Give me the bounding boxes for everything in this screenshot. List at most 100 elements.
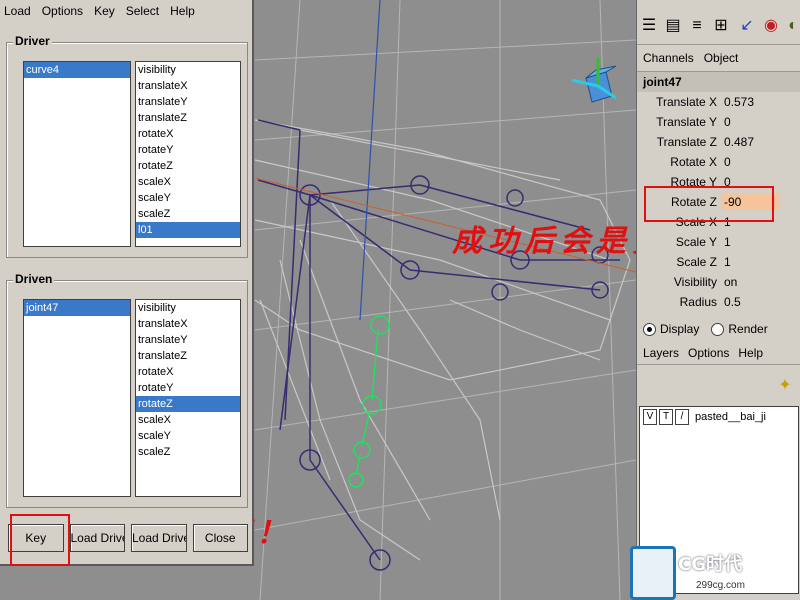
channel-box-menu: Channels Object [637, 45, 800, 72]
channel-row[interactable]: Translate Z 0.487 [637, 132, 800, 152]
driver-attr-item[interactable]: translateY [136, 94, 240, 110]
new-layer-icon[interactable]: ✦ [774, 375, 796, 397]
driver-attr-item[interactable]: l01 [136, 222, 240, 238]
driver-attr-item[interactable]: scaleZ [136, 206, 240, 222]
arrow-icon[interactable]: ↙ [737, 16, 757, 36]
channel-value[interactable]: 0.573 [721, 94, 780, 110]
driver-attr-item[interactable]: rotateY [136, 142, 240, 158]
driver-node-item[interactable]: curve4 [24, 62, 130, 78]
menu-key[interactable]: Key [94, 4, 115, 18]
driven-title: Driven [13, 272, 55, 286]
driven-attr-list[interactable]: visibility translateX translateY translateZ… [135, 299, 241, 497]
layer-name[interactable]: pasted__bai_ji [695, 411, 766, 423]
menu-help[interactable]: Help [170, 4, 195, 18]
driven-attr-item[interactable]: translateX [136, 316, 240, 332]
view-cube-icon [571, 58, 617, 103]
channel-row[interactable]: Scale Z1 [637, 252, 800, 272]
layer-mode-row: Display Render [637, 316, 800, 342]
menu-layer-options[interactable]: Options [688, 346, 729, 360]
channel-label[interactable]: Rotate X [637, 155, 721, 169]
channel-row[interactable]: Rotate X0 [637, 152, 800, 172]
driven-attr-item[interactable]: rotateX [136, 364, 240, 380]
channel-box-icon[interactable]: ☰ [639, 16, 659, 36]
layer-template-toggle[interactable]: T [659, 409, 673, 425]
channel-row[interactable]: Radius 0.5 [637, 292, 800, 312]
menu-select[interactable]: Select [126, 4, 159, 18]
channel-value[interactable]: 0 [721, 114, 780, 130]
channel-value[interactable]: 1 [721, 234, 780, 250]
rotate-z-highlight-box [644, 186, 774, 222]
channel-value[interactable]: 0.5 [721, 294, 780, 310]
driven-attr-item[interactable]: translateZ [136, 348, 240, 364]
driver-attr-item[interactable]: scaleY [136, 190, 240, 206]
render-label: Render [728, 322, 768, 336]
driver-attr-list[interactable]: visibility translateX translateY translateZ… [135, 61, 241, 247]
snap-icon[interactable]: ◉ [761, 16, 781, 36]
menu-layer-help[interactable]: Help [738, 346, 763, 360]
driven-attr-item[interactable]: scaleX [136, 412, 240, 428]
channel-value[interactable]: 0.487 [721, 134, 780, 150]
menu-layers[interactable]: Layers [643, 346, 679, 360]
channel-value[interactable]: on [721, 274, 780, 290]
sdk-menubar: Load Options Key Select Help [0, 0, 252, 22]
panel-toolbar: ☰ ▤ ≡ ⊞ ↙ ◉ ◐ [637, 0, 800, 45]
set-driven-key-window: Load Options Key Select Help Driver curv… [0, 0, 254, 566]
channel-row[interactable]: Translate Y0 [637, 112, 800, 132]
close-button[interactable]: Close [192, 524, 248, 552]
cg-logo-icon [630, 546, 676, 600]
driven-node-item[interactable]: joint47 [24, 300, 130, 316]
layer-row[interactable]: V T / pasted__bai_ji [640, 407, 798, 427]
channel-label[interactable]: Translate Y [637, 115, 721, 129]
layer-color-swatch[interactable]: / [675, 409, 689, 425]
render-radio[interactable] [711, 322, 725, 336]
cg-logo: CG时代 299cg.com [626, 540, 800, 600]
driven-attr-item[interactable]: visibility [136, 300, 240, 316]
channel-label[interactable]: Scale Y [637, 235, 721, 249]
channel-label[interactable]: Radius [637, 295, 721, 309]
driver-attr-item[interactable]: translateX [136, 78, 240, 94]
channel-label[interactable]: Translate Z [637, 135, 721, 149]
menu-options[interactable]: Options [42, 4, 83, 18]
driven-attr-item[interactable]: rotateZ [136, 396, 240, 412]
outliner-icon[interactable]: ⊞ [711, 16, 731, 36]
driver-attr-item[interactable]: rotateX [136, 126, 240, 142]
driven-group: Driven joint47 visibility translateX trans… [6, 272, 248, 508]
driver-attr-item[interactable]: scaleX [136, 174, 240, 190]
driven-attr-item[interactable]: scaleZ [136, 444, 240, 460]
channel-value[interactable]: 0 [721, 154, 780, 170]
layer-menu: Layers Options Help [637, 342, 800, 365]
driver-group: Driver curve4 visibility translateX transl… [6, 34, 248, 258]
channel-row[interactable]: Scale Y1 [637, 232, 800, 252]
layer-visibility-toggle[interactable]: V [643, 409, 657, 425]
menu-channels[interactable]: Channels [643, 51, 694, 65]
channel-label[interactable]: Translate X [637, 95, 721, 109]
render-icon[interactable]: ◐ [783, 16, 800, 36]
driver-attr-item[interactable]: rotateZ [136, 158, 240, 174]
layer-tools: ✦ [637, 365, 800, 409]
driven-attr-item[interactable]: rotateY [136, 380, 240, 396]
logo-name: CG时代 [678, 554, 742, 575]
display-radio[interactable] [643, 322, 656, 336]
driver-attr-item[interactable]: translateZ [136, 110, 240, 126]
menu-load[interactable]: Load [4, 4, 31, 18]
key-highlight-box [10, 514, 70, 566]
driven-node-list[interactable]: joint47 [23, 299, 131, 497]
tool-settings-icon[interactable]: ≡ [687, 16, 707, 36]
load-driver-button[interactable]: Load Drive [69, 524, 125, 552]
channel-node-name[interactable]: joint47 [637, 72, 800, 92]
channel-label[interactable]: Scale Z [637, 255, 721, 269]
driven-attr-item[interactable]: scaleY [136, 428, 240, 444]
logo-url: 299cg.com [696, 580, 745, 591]
menu-object[interactable]: Object [704, 51, 739, 65]
channel-row[interactable]: Translate X 0.573 [637, 92, 800, 112]
display-label: Display [660, 322, 700, 336]
load-driven-button[interactable]: Load Drive [131, 524, 187, 552]
annotation-yellow-note: 成功后会是黄色 [452, 224, 636, 259]
driver-attr-item[interactable]: visibility [136, 62, 240, 78]
channel-label[interactable]: Visibility [637, 275, 721, 289]
driver-node-list[interactable]: curve4 [23, 61, 131, 247]
channel-row[interactable]: Visibility on [637, 272, 800, 292]
attribute-editor-icon[interactable]: ▤ [663, 16, 683, 36]
driven-attr-item[interactable]: translateY [136, 332, 240, 348]
channel-value[interactable]: 1 [721, 254, 780, 270]
